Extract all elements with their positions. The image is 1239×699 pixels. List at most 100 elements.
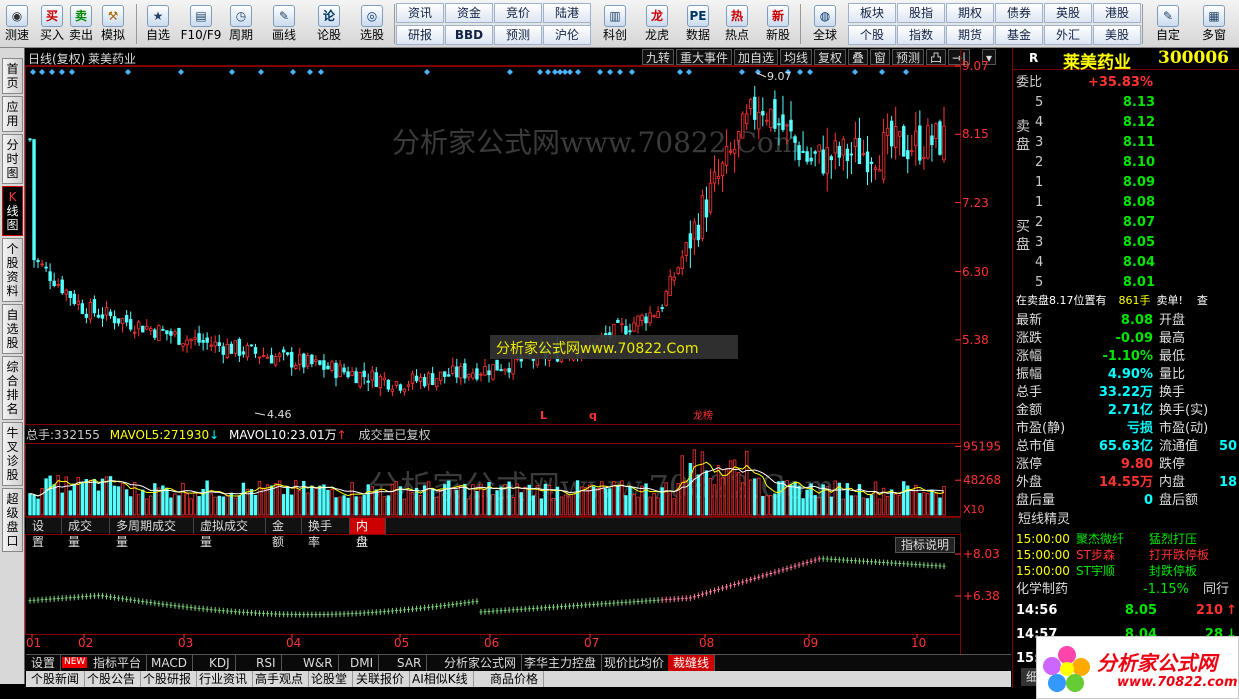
big-order-notice[interactable]: 在卖盘8.17位置有 861手 卖单! 查 — [1016, 293, 1239, 309]
bottom-tab-W&R[interactable]: W&R — [298, 655, 339, 671]
news-tab-AI相似K线[interactable]: AI相似K线 — [407, 671, 474, 687]
left-tab-牛叉诊股[interactable]: 牛叉诊股 — [2, 422, 23, 486]
chart-tool-重大事件[interactable]: 重大事件 — [676, 49, 733, 65]
subtab-换手率[interactable]: 换手率 — [302, 518, 350, 549]
chart-tool-均线[interactable]: 均线 — [780, 49, 813, 65]
toolbar-论股-button[interactable]: 论论股 — [310, 2, 348, 46]
left-tab-首页[interactable]: 首页 — [2, 58, 23, 94]
volume-bar — [777, 481, 781, 516]
sector-more-link[interactable]: 同行 — [1203, 581, 1229, 599]
toolbar-grid-指数-button[interactable]: 指数 — [897, 25, 945, 45]
toolbar-多窗-button[interactable]: ▦ 多窗 — [1194, 2, 1234, 46]
bottom-tab-分析家公式网[interactable]: 分析家公式网 — [439, 655, 523, 671]
news-tab-个股新闻[interactable]: 个股新闻 — [26, 671, 86, 687]
subtab-成交量[interactable]: 成交量 — [62, 518, 110, 549]
subtab-设置[interactable]: 设置 — [26, 518, 62, 549]
toolbar-模拟-button[interactable]: ⚒ 模拟 — [96, 2, 130, 46]
toolbar-grid-板块-button[interactable]: 板块 — [848, 3, 896, 23]
short-line-row[interactable]: 15:00:00 ST宇顺 封跌停板 — [1016, 563, 1239, 579]
toolbar-全球-button[interactable]: ◍ 全球 — [804, 2, 846, 46]
volume-bar — [68, 490, 72, 516]
toolbar-grid-沪伦-button[interactable]: 沪伦 — [543, 25, 591, 45]
toolbar-grid-竞价-button[interactable]: 竞价 — [494, 3, 542, 23]
toolbar-grid-期权-button[interactable]: 期权 — [946, 3, 994, 23]
bottom-tab-李华主力控盘[interactable]: 李华主力控盘 — [519, 655, 603, 671]
short-line-row[interactable]: 15:00:00 ST步森 打开跌停板 — [1016, 547, 1239, 563]
left-tab-自选股[interactable]: 自选股 — [2, 304, 23, 354]
candle-body — [906, 150, 910, 160]
news-tab-论股堂[interactable]: 论股堂 — [306, 671, 354, 687]
indicator-help-button[interactable]: 指标说明 — [895, 537, 955, 553]
toolbar-grid-资讯-button[interactable]: 资讯 — [396, 3, 444, 23]
toolbar-龙虎-button[interactable]: 龙龙虎 — [638, 2, 676, 46]
toolbar-自选-button[interactable]: ★ 自选 — [140, 2, 176, 46]
bottom-tab-设置[interactable]: 设置 — [26, 655, 62, 671]
toolbar-grid-债券-button[interactable]: 债券 — [995, 3, 1043, 23]
left-tab-应用[interactable]: 应用 — [2, 96, 23, 132]
news-tab-个股研报[interactable]: 个股研报 — [138, 671, 198, 687]
left-tab-分时图[interactable]: 分时图 — [2, 134, 23, 184]
toolbar-grid-美股-button[interactable]: 美股 — [1093, 25, 1141, 45]
news-tab-商品价格[interactable]: 商品价格 — [485, 671, 545, 687]
toolbar-画线-button[interactable]: ✎ 画线 — [264, 2, 304, 46]
chart-tool-复权[interactable]: 复权 — [814, 49, 847, 65]
left-tab-综合排名[interactable]: 综合排名 — [2, 356, 23, 420]
candle-body — [805, 151, 809, 162]
chart-tool-凸[interactable]: 凸 — [926, 49, 947, 65]
toolbar-grid-外汇-button[interactable]: 外汇 — [1044, 25, 1092, 45]
subtab-虚拟成交量[interactable]: 虚拟成交量 — [194, 518, 266, 549]
toolbar-选股-button[interactable]: ◎ 选股 — [352, 2, 392, 46]
toolbar-自定-button[interactable]: ✎ 自定 — [1148, 2, 1188, 46]
toolbar-grid-BBD-button[interactable]: BBD — [445, 25, 493, 45]
toolbar-grid-港股-button[interactable]: 港股 — [1093, 3, 1141, 23]
toolbar-周期-button[interactable]: ◷ 周期 — [222, 2, 260, 46]
bottom-tab-裁缝线[interactable]: 裁缝线 — [668, 655, 716, 671]
toolbar-grid-研报-button[interactable]: 研报 — [396, 25, 444, 45]
news-tab-关联报价[interactable]: 关联报价 — [351, 671, 411, 687]
toolbar-测速-button[interactable]: ◉ 测速 — [0, 2, 34, 46]
news-tab-高手观点[interactable]: 高手观点 — [250, 671, 310, 687]
toolbar-grid-基金-button[interactable]: 基金 — [995, 25, 1043, 45]
subtab-多周期成交量[interactable]: 多周期成交量 — [110, 518, 194, 549]
toolbar-grid-股指-button[interactable]: 股指 — [897, 3, 945, 23]
volume-total-label: 总手: — [26, 428, 55, 442]
chart-tool-加自选[interactable]: 加自选 — [734, 49, 779, 65]
toolbar-买入-button[interactable]: 买买入 — [38, 2, 66, 46]
chart-tool-九转[interactable]: 九转 — [642, 49, 675, 65]
toolbar-grid-陆港-button[interactable]: 陆港 — [543, 3, 591, 23]
bottom-tab-指标平台[interactable]: 指标平台 — [88, 655, 148, 671]
left-tab-超级盘口[interactable]: 超级盘口 — [2, 488, 23, 552]
chart-tool-叠[interactable]: 叠 — [848, 49, 869, 65]
bottom-tab-DMI[interactable]: DMI — [345, 655, 380, 671]
subtab-金额[interactable]: 金额 — [266, 518, 302, 549]
toolbar-科创-button[interactable]: ▥ 科创 — [596, 2, 634, 46]
toolbar-grid-资金-button[interactable]: 资金 — [445, 3, 493, 23]
news-tab-个股公告[interactable]: 个股公告 — [82, 671, 142, 687]
event-diamond-icon — [629, 69, 635, 75]
subtab-内盘[interactable]: 内盘 — [350, 518, 386, 549]
quote-value-盘后量: 0 — [1143, 493, 1153, 508]
toolbar-数据-button[interactable]: PE 数据 — [680, 2, 716, 46]
candle-body — [269, 354, 274, 364]
toolbar-grid-期货-button[interactable]: 期货 — [946, 25, 994, 45]
bottom-tab-KDJ[interactable]: KDJ — [204, 655, 236, 671]
toolbar-新股-button[interactable]: 新新股 — [758, 2, 798, 46]
chart-tool-预测[interactable]: 预测 — [892, 49, 925, 65]
toolbar-grid-个股-button[interactable]: 个股 — [848, 25, 896, 45]
bottom-tab-MACD[interactable]: MACD — [146, 655, 193, 671]
bottom-tab-SAR[interactable]: SAR — [392, 655, 428, 671]
news-tab-行业资讯[interactable]: 行业资讯 — [194, 671, 254, 687]
left-tab-个股资料[interactable]: 个股资料 — [2, 238, 23, 302]
toolbar-grid-英股-button[interactable]: 英股 — [1044, 3, 1092, 23]
left-tab-K线图[interactable]: K线图 — [2, 186, 23, 236]
toolbar-卖出-button[interactable]: 卖卖出 — [66, 2, 96, 46]
chart-tool-窗[interactable]: 窗 — [870, 49, 891, 65]
toolbar-多窗-label: 多窗 — [1201, 28, 1226, 42]
candle-body — [708, 182, 713, 213]
toolbar-grid-预测-button[interactable]: 预测 — [494, 25, 542, 45]
short-line-row[interactable]: 15:00:00 聚杰微纤 猛烈打压 — [1016, 531, 1239, 547]
toolbar-F10/F9-button[interactable]: ▤ F10/F9 — [180, 2, 222, 46]
toolbar-热点-button[interactable]: 热热点 — [720, 2, 754, 46]
bottom-tab-现价比均价[interactable]: 现价比均价 — [599, 655, 671, 671]
bottom-tab-RSI[interactable]: RSI — [251, 655, 282, 671]
